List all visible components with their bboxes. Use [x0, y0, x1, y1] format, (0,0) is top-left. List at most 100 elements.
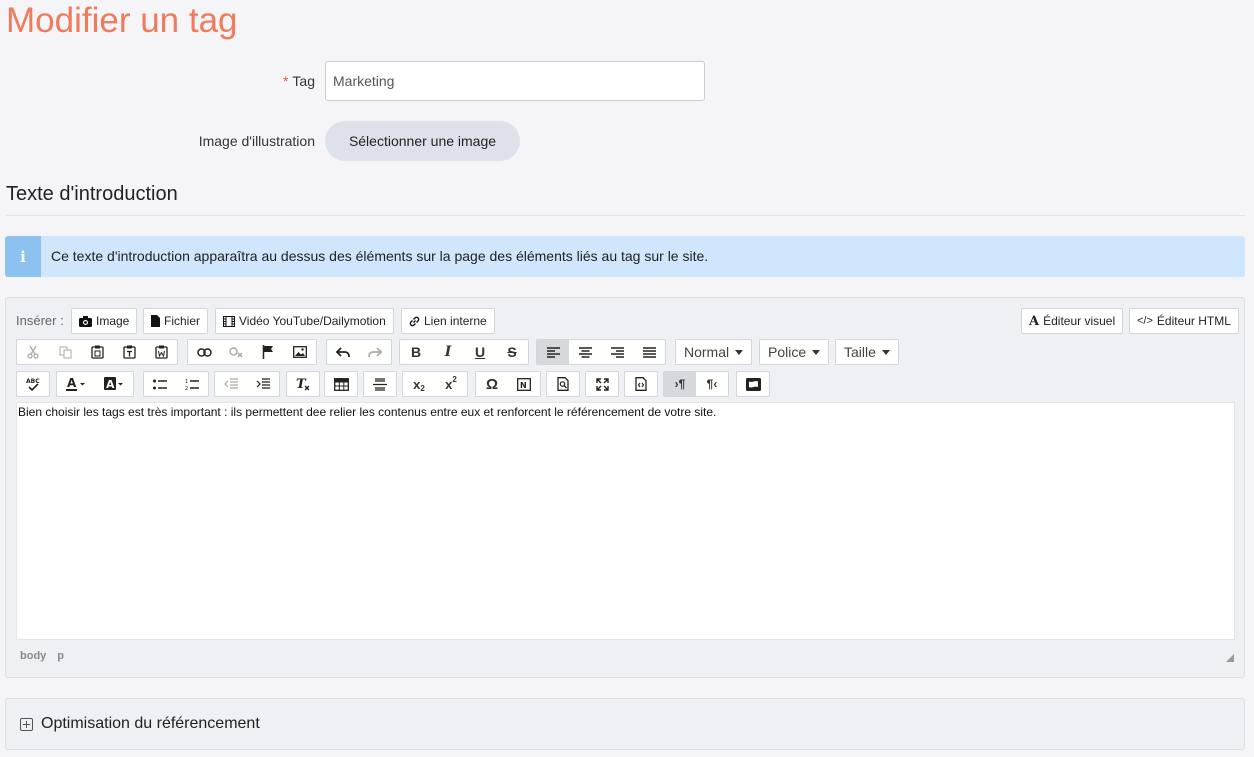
insert-internal-link-label: Lien interne: [424, 314, 487, 328]
list-toolbar: 12: [143, 371, 209, 397]
expand-plus-icon: [20, 717, 33, 731]
camera-icon: [79, 315, 92, 327]
text-style-toolbar: B I U S: [399, 339, 529, 365]
html-editor-button[interactable]: </> Éditeur HTML: [1129, 308, 1239, 334]
special-toolbar: Ω N: [475, 371, 541, 397]
paste-icon[interactable]: [81, 340, 113, 364]
intro-heading: Texte d'introduction: [6, 183, 178, 205]
spellcheck-toolbar: ABC: [16, 371, 50, 397]
tag-label-text: Tag: [292, 73, 315, 89]
redo-icon[interactable]: [359, 340, 391, 364]
spellcheck-icon[interactable]: ABC: [17, 372, 49, 396]
svg-text:2: 2: [185, 386, 188, 391]
info-icon: i: [5, 236, 41, 277]
link-icon: [409, 316, 420, 326]
bullet-list-icon[interactable]: [144, 372, 176, 396]
align-left-icon[interactable]: [537, 340, 569, 364]
insert-video-button[interactable]: Vidéo YouTube/Dailymotion: [215, 308, 394, 334]
source-file-icon[interactable]: [625, 372, 657, 396]
tag-label: * Tag: [270, 73, 315, 89]
size-dropdown[interactable]: Taille: [835, 339, 899, 365]
paste-word-icon[interactable]: [145, 340, 177, 364]
chevron-down-icon: [735, 349, 744, 355]
table-icon[interactable]: [325, 372, 357, 396]
fullscreen-icon[interactable]: [586, 372, 618, 396]
paste-text-icon[interactable]: [113, 340, 145, 364]
select-image-button[interactable]: Sélectionner une image: [325, 121, 520, 161]
ltr-icon[interactable]: ›¶: [664, 372, 696, 396]
font-a-icon: A: [1029, 313, 1040, 329]
underline-icon[interactable]: U: [464, 340, 496, 364]
clipboard-toolbar: [16, 339, 178, 365]
cut-icon[interactable]: [17, 340, 49, 364]
insert-image-label: Image: [96, 314, 130, 328]
svg-text:N: N: [520, 381, 527, 390]
find-replace-icon[interactable]: [547, 372, 579, 396]
file-icon: [151, 315, 160, 327]
background-color-icon[interactable]: A: [95, 372, 133, 396]
subscript-icon[interactable]: x2: [403, 372, 435, 396]
indent-icon[interactable]: [247, 372, 279, 396]
align-right-icon[interactable]: [601, 340, 633, 364]
format-dropdown-value: Normal: [684, 344, 730, 360]
superscript-icon[interactable]: x2: [435, 372, 467, 396]
section-divider: [6, 215, 1245, 216]
resize-handle-icon[interactable]: [1226, 654, 1234, 662]
horizontal-rule-icon[interactable]: [364, 372, 396, 396]
visual-editor-label: Éditeur visuel: [1043, 314, 1116, 328]
script-toolbar: x2 x2: [402, 371, 468, 397]
tag-input[interactable]: [325, 61, 705, 101]
svg-text:1: 1: [185, 379, 188, 385]
copy-icon[interactable]: [49, 340, 81, 364]
template-icon[interactable]: [737, 372, 769, 396]
direction-toolbar: ›¶ ¶‹: [663, 371, 729, 397]
insert-link-icon[interactable]: [188, 340, 220, 364]
find-toolbar: [546, 371, 580, 397]
visual-editor-button[interactable]: A Éditeur visuel: [1021, 308, 1124, 334]
info-text: Ce texte d'introduction apparaîtra au de…: [51, 248, 709, 264]
text-color-icon[interactable]: A: [57, 372, 95, 396]
rtl-icon[interactable]: ¶‹: [696, 372, 728, 396]
insert-video-label: Vidéo YouTube/Dailymotion: [239, 314, 386, 328]
insert-file-button[interactable]: Fichier: [143, 308, 209, 334]
outdent-icon[interactable]: [215, 372, 247, 396]
path-body[interactable]: body: [20, 650, 46, 662]
insert-image-button[interactable]: Image: [71, 308, 138, 334]
align-center-icon[interactable]: [569, 340, 601, 364]
film-icon: [223, 315, 235, 327]
image-icon[interactable]: [284, 340, 316, 364]
font-dropdown[interactable]: Police: [759, 339, 830, 365]
template-toolbar: [736, 371, 770, 397]
info-alert: i Ce texte d'introduction apparaîtra au …: [5, 236, 1245, 277]
seo-section-toggle[interactable]: Optimisation du référencement: [5, 698, 1245, 750]
insert-file-label: Fichier: [164, 314, 201, 328]
image-label: Image d'illustration: [198, 133, 315, 149]
insert-label: Insérer :: [16, 313, 64, 328]
code-icon: </>: [1137, 315, 1153, 327]
editor-content[interactable]: Bien choisir les tags est très important…: [16, 402, 1235, 640]
chevron-down-icon: [812, 349, 821, 355]
fullscreen-toolbar: [585, 371, 619, 397]
omega-icon[interactable]: Ω: [476, 372, 508, 396]
align-justify-icon[interactable]: [633, 340, 665, 364]
nonbreaking-icon[interactable]: N: [508, 372, 540, 396]
anchor-flag-icon[interactable]: [252, 340, 284, 364]
numbered-list-icon[interactable]: 12: [176, 372, 208, 396]
bold-icon[interactable]: B: [400, 340, 432, 364]
insert-internal-link-button[interactable]: Lien interne: [401, 308, 495, 334]
page-title: Modifier un tag: [6, 1, 238, 40]
italic-icon[interactable]: I: [432, 340, 464, 364]
hr-toolbar: [363, 371, 397, 397]
unlink-icon[interactable]: [220, 340, 252, 364]
undo-icon[interactable]: [327, 340, 359, 364]
path-p[interactable]: p: [57, 650, 64, 662]
format-dropdown[interactable]: Normal: [675, 339, 753, 365]
strikethrough-icon[interactable]: S: [496, 340, 528, 364]
html-editor-label: Éditeur HTML: [1156, 314, 1231, 328]
font-dropdown-value: Police: [768, 344, 807, 360]
history-toolbar: [326, 339, 392, 365]
chevron-down-icon: [881, 349, 890, 355]
source-toolbar: [624, 371, 658, 397]
svg-text:A: A: [106, 378, 115, 391]
clear-format-icon[interactable]: T: [287, 372, 319, 396]
